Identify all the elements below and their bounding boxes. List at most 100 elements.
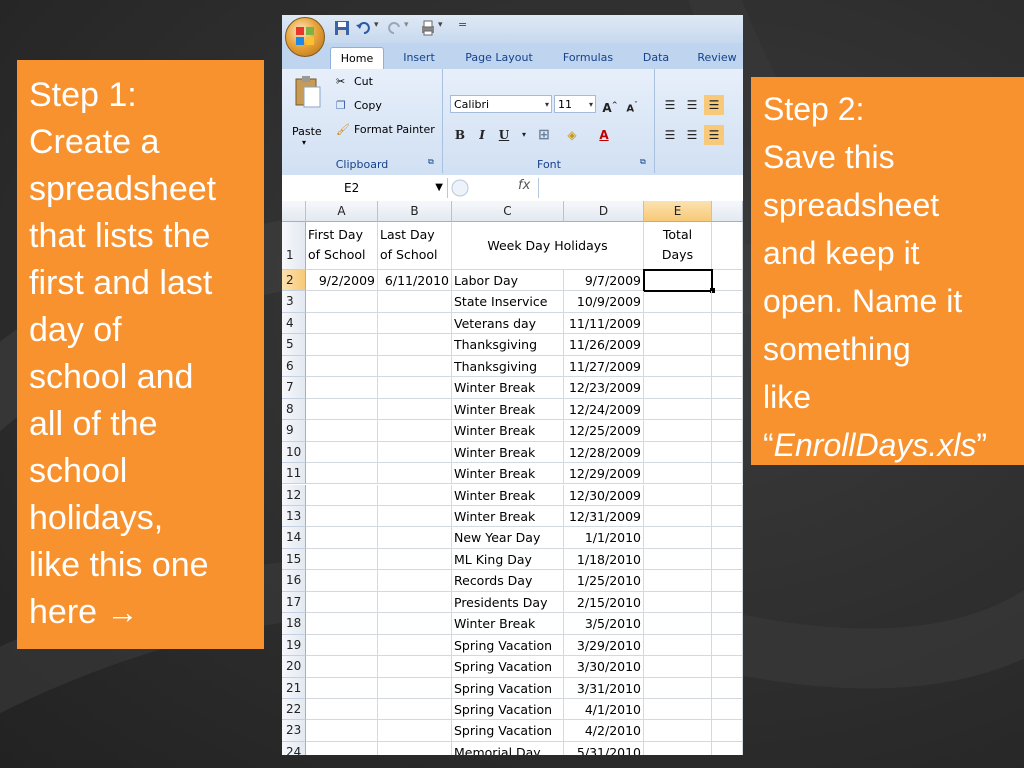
cell-e[interactable] (644, 398, 712, 421)
name-box-dropdown-icon[interactable]: ▼ (435, 178, 443, 198)
font-name-select[interactable]: Calibri ▾ (450, 95, 552, 113)
cell-e[interactable] (644, 291, 712, 313)
cell-a[interactable] (306, 312, 378, 335)
holiday-date-cell[interactable]: 3/29/2010 (564, 634, 644, 657)
cell-e[interactable] (644, 720, 712, 742)
shrink-font-icon[interactable]: Aˇ (622, 95, 642, 115)
holiday-name-cell[interactable]: Spring Vacation (452, 699, 564, 721)
underline-button[interactable]: U (494, 125, 514, 145)
row-header[interactable]: 9 (282, 420, 306, 442)
grid-cell[interactable] (712, 398, 743, 421)
copy-icon[interactable]: ❐ (336, 99, 346, 112)
holiday-name-cell[interactable]: Thanksgiving (452, 334, 564, 356)
cell-b[interactable] (378, 570, 452, 592)
grid-cell[interactable] (712, 441, 743, 464)
cell-a[interactable] (306, 527, 378, 549)
cell-a[interactable] (306, 699, 378, 721)
cell-a[interactable] (306, 377, 378, 399)
cell-e[interactable] (644, 484, 712, 506)
formula-input[interactable] (538, 178, 743, 198)
holiday-name-cell[interactable]: Winter Break (452, 613, 564, 635)
cell-e[interactable] (644, 741, 712, 755)
underline-dropdown-icon[interactable]: ▾ (514, 125, 534, 145)
row-header[interactable]: 18 (282, 613, 306, 635)
holiday-date-cell[interactable]: 3/5/2010 (564, 613, 644, 635)
cell-b[interactable] (378, 355, 452, 378)
holiday-date-cell[interactable]: 12/28/2009 (564, 441, 644, 464)
cell-b[interactable] (378, 334, 452, 356)
cell-b[interactable] (378, 505, 452, 528)
holiday-date-cell[interactable]: 3/31/2010 (564, 677, 644, 699)
row-header[interactable]: 12 (282, 484, 306, 506)
cell-b[interactable] (378, 291, 452, 313)
cell-b[interactable] (378, 720, 452, 742)
row-header[interactable]: 14 (282, 527, 306, 549)
borders-icon[interactable]: ⊞ (534, 125, 554, 145)
grid-cell[interactable] (712, 634, 743, 657)
align-middle-icon[interactable]: ☰ (682, 95, 702, 115)
paste-button[interactable]: Paste (292, 125, 322, 138)
grid-cell[interactable] (712, 355, 743, 378)
row-header[interactable]: 10 (282, 441, 306, 464)
holiday-name-cell[interactable]: Winter Break (452, 398, 564, 421)
header-cell-c[interactable]: Week Day Holidays (452, 222, 644, 270)
holiday-name-cell[interactable]: Winter Break (452, 420, 564, 442)
row-header[interactable]: 3 (282, 291, 306, 313)
print-icon[interactable] (420, 20, 436, 36)
cell-e[interactable] (644, 355, 712, 378)
cell-b[interactable] (378, 591, 452, 614)
cell-a[interactable] (306, 355, 378, 378)
italic-button[interactable]: I (472, 125, 492, 145)
row-header[interactable]: 21 (282, 677, 306, 699)
row-header[interactable]: 8 (282, 398, 306, 421)
cell-a[interactable] (306, 613, 378, 635)
cell-e[interactable] (644, 527, 712, 549)
grid-cell[interactable] (712, 527, 743, 549)
row-header[interactable]: 1 (282, 222, 306, 270)
holiday-date-cell[interactable]: 12/24/2009 (564, 398, 644, 421)
holiday-date-cell[interactable]: 12/23/2009 (564, 377, 644, 399)
cell-e[interactable] (644, 334, 712, 356)
holiday-date-cell[interactable]: 12/29/2009 (564, 463, 644, 485)
cell-b[interactable] (378, 527, 452, 549)
holiday-name-cell[interactable]: Winter Break (452, 463, 564, 485)
cell-a[interactable] (306, 484, 378, 506)
holiday-date-cell[interactable]: 12/25/2009 (564, 420, 644, 442)
redo-icon[interactable] (386, 20, 402, 36)
font-launcher-icon[interactable]: ⧉ (640, 157, 646, 167)
select-all-corner[interactable] (282, 201, 306, 222)
column-header-c[interactable]: C (452, 201, 564, 222)
row-header[interactable]: 22 (282, 699, 306, 721)
cell-a[interactable] (306, 420, 378, 442)
cell-a[interactable]: 9/2/2009 (306, 270, 378, 292)
holiday-name-cell[interactable]: Veterans day (452, 312, 564, 335)
grid-cell[interactable] (712, 699, 743, 721)
cell-e[interactable] (644, 463, 712, 485)
cell-b[interactable] (378, 441, 452, 464)
cell-b[interactable] (378, 377, 452, 399)
formula-bar-expander-icon[interactable] (450, 178, 470, 198)
cell-a[interactable] (306, 334, 378, 356)
cell-b[interactable] (378, 312, 452, 335)
align-center-icon[interactable]: ☰ (682, 125, 702, 145)
row-header[interactable]: 24 (282, 741, 306, 755)
holiday-date-cell[interactable]: 3/30/2010 (564, 656, 644, 678)
font-color-icon[interactable]: A (594, 125, 614, 145)
cell-b[interactable] (378, 699, 452, 721)
format-painter-button[interactable]: Format Painter (354, 123, 435, 136)
grid-cell[interactable] (712, 291, 743, 313)
format-painter-icon[interactable]: 🖌 (336, 123, 350, 136)
grid-cell[interactable] (712, 741, 743, 755)
fill-color-icon[interactable]: ◈ (562, 125, 582, 145)
cell-e[interactable] (644, 377, 712, 399)
cell-e[interactable] (644, 699, 712, 721)
cell-a[interactable] (306, 677, 378, 699)
row-header[interactable]: 23 (282, 720, 306, 742)
holiday-date-cell[interactable]: 12/30/2009 (564, 484, 644, 506)
row-header[interactable]: 2 (282, 270, 306, 292)
holiday-name-cell[interactable]: Spring Vacation (452, 656, 564, 678)
holiday-name-cell[interactable]: ML King Day (452, 548, 564, 571)
holiday-date-cell[interactable]: 9/7/2009 (564, 270, 644, 292)
holiday-date-cell[interactable]: 11/26/2009 (564, 334, 644, 356)
name-box[interactable]: E2 ▼ (282, 178, 448, 198)
